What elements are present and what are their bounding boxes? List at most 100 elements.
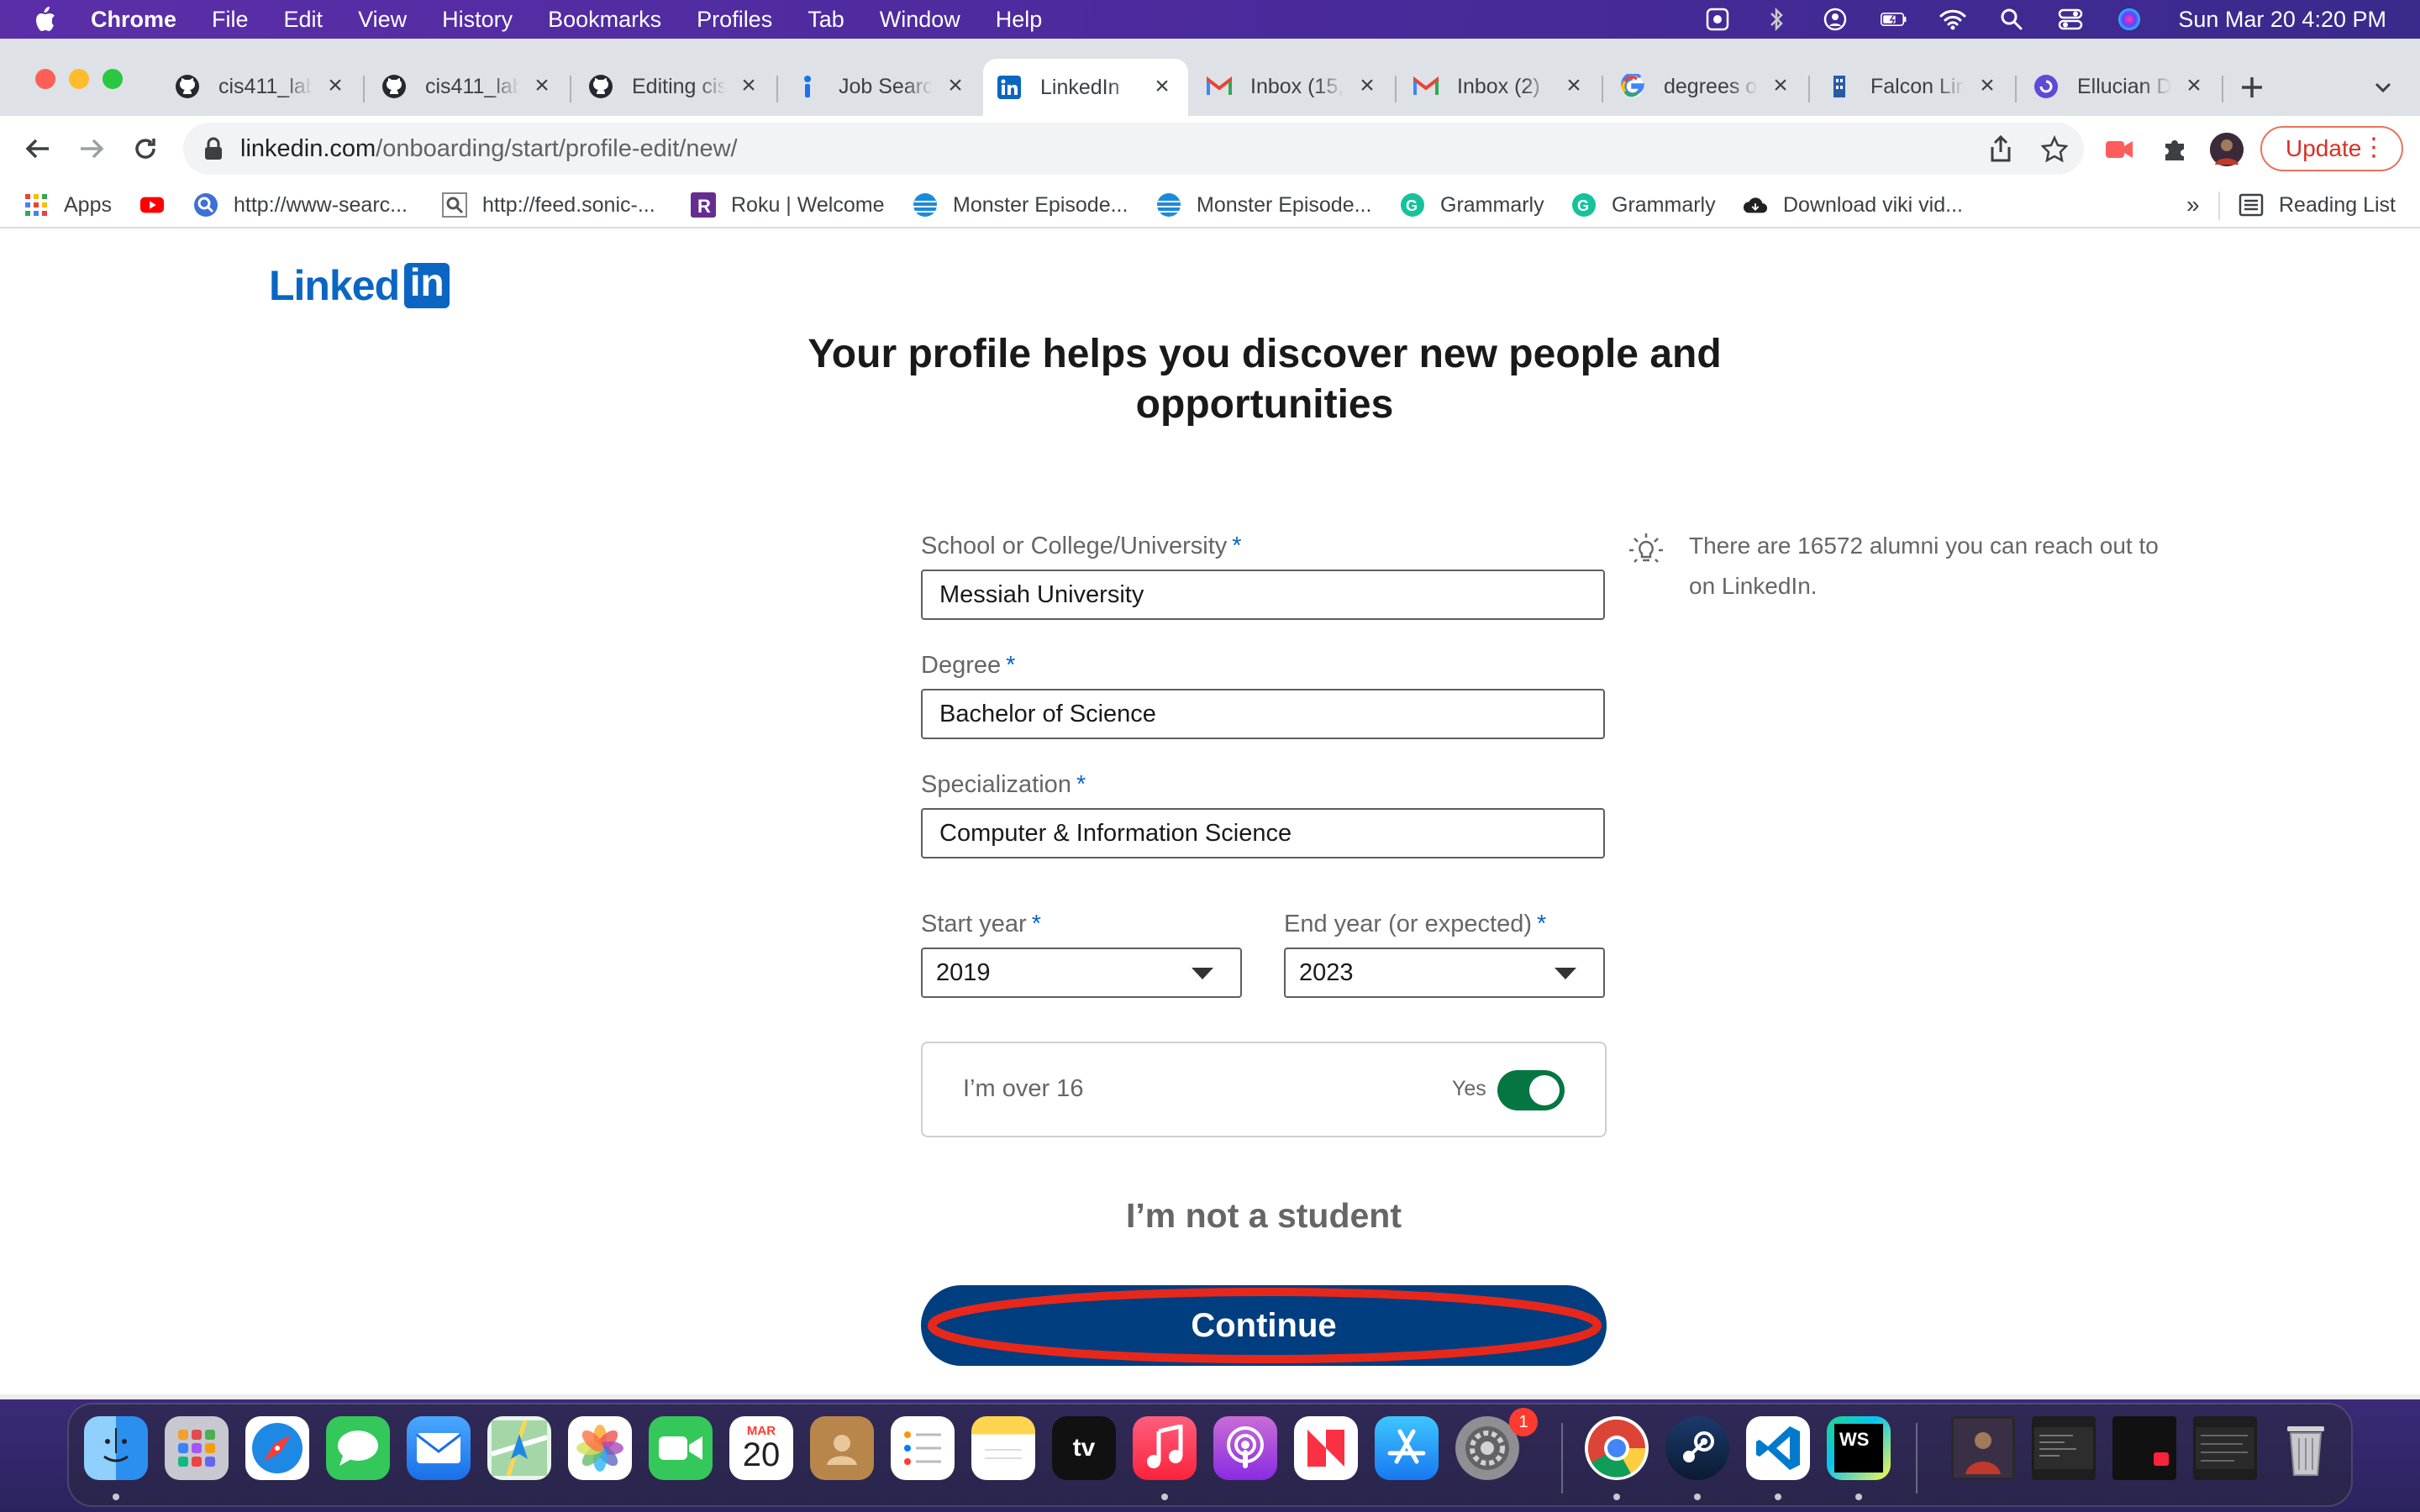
tab-close-icon[interactable]: × bbox=[1355, 73, 1380, 99]
tab-degrees[interactable]: degrees o × bbox=[1607, 64, 1807, 109]
tab-close-icon[interactable]: × bbox=[1975, 73, 2000, 99]
tab-inbox-2[interactable]: Inbox (2) × bbox=[1400, 64, 1600, 109]
calendar-icon[interactable]: MAR 20 bbox=[729, 1416, 793, 1480]
bookmark-feed-sonic[interactable]: http://feed.sonic-... bbox=[442, 190, 655, 220]
finder-icon[interactable] bbox=[84, 1416, 148, 1480]
extensions-puzzle-icon[interactable] bbox=[2158, 133, 2191, 166]
battery-icon[interactable] bbox=[1881, 7, 1907, 32]
specialization-input[interactable]: Computer & Information Science bbox=[921, 808, 1605, 858]
tab-search-chevron-down-icon[interactable] bbox=[2371, 76, 2395, 99]
tab-close-icon[interactable]: × bbox=[1150, 74, 1175, 100]
tab-close-icon[interactable]: × bbox=[943, 73, 968, 99]
control-center-icon[interactable] bbox=[2057, 7, 2084, 32]
window-close-button[interactable] bbox=[35, 69, 55, 89]
news-icon[interactable] bbox=[1294, 1416, 1358, 1480]
degree-input[interactable]: Bachelor of Science bbox=[921, 689, 1605, 739]
chrome-icon[interactable] bbox=[1585, 1416, 1649, 1480]
wifi-icon[interactable] bbox=[1939, 7, 1966, 32]
menu-history[interactable]: History bbox=[442, 7, 513, 33]
menu-file[interactable]: File bbox=[212, 7, 249, 33]
tab-cis411-lab-1[interactable]: cis411_lab × bbox=[161, 64, 361, 109]
bookmark-monster-episode-2[interactable]: Monster Episode... bbox=[1156, 190, 1371, 220]
profile-avatar[interactable] bbox=[2210, 133, 2244, 166]
steam-icon[interactable] bbox=[1665, 1416, 1729, 1480]
tab-job-search[interactable]: Job Search × bbox=[781, 64, 981, 109]
menu-edit[interactable]: Edit bbox=[284, 7, 324, 33]
menu-tab[interactable]: Tab bbox=[808, 7, 844, 33]
new-tab-plus-icon[interactable] bbox=[2237, 72, 2267, 102]
apple-tv-icon[interactable]: tv bbox=[1052, 1416, 1116, 1480]
photos-icon[interactable] bbox=[568, 1416, 632, 1480]
recent-photo-thumbnail[interactable] bbox=[1951, 1416, 2015, 1480]
lock-icon[interactable] bbox=[203, 137, 224, 160]
over16-toggle[interactable] bbox=[1497, 1070, 1565, 1110]
mail-icon[interactable] bbox=[407, 1416, 471, 1480]
continue-button[interactable]: Continue bbox=[921, 1285, 1607, 1366]
facetime-icon[interactable] bbox=[649, 1416, 713, 1480]
tab-inbox-15[interactable]: Inbox (15, × bbox=[1193, 64, 1393, 109]
app-store-icon[interactable] bbox=[1375, 1416, 1439, 1480]
tab-close-icon[interactable]: × bbox=[1768, 73, 1793, 99]
messages-icon[interactable] bbox=[326, 1416, 390, 1480]
bookmark-grammarly-1[interactable]: G Grammarly bbox=[1400, 190, 1544, 220]
tab-close-icon[interactable]: × bbox=[323, 73, 348, 99]
bookmark-star-icon[interactable] bbox=[2040, 134, 2069, 163]
podcasts-icon[interactable] bbox=[1213, 1416, 1277, 1480]
maps-icon[interactable] bbox=[487, 1416, 551, 1480]
bookmark-www-search[interactable]: http://www-searc... bbox=[193, 190, 408, 220]
menu-window[interactable]: Window bbox=[880, 7, 960, 33]
not-a-student-link[interactable]: I’m not a student bbox=[921, 1196, 1607, 1236]
minimized-music-window-thumbnail[interactable] bbox=[2112, 1416, 2176, 1480]
tab-falcon-link[interactable]: Falcon Lin × bbox=[1813, 64, 2013, 109]
launchpad-icon[interactable] bbox=[165, 1416, 229, 1480]
tab-ellucian[interactable]: Ellucian D × bbox=[2020, 64, 2220, 109]
tab-close-icon[interactable]: × bbox=[1561, 73, 1586, 99]
screen-record-icon[interactable] bbox=[1704, 7, 1731, 32]
start-year-select[interactable]: 2019 bbox=[921, 948, 1242, 998]
address-bar[interactable]: linkedin.com/onboarding/start/profile-ed… bbox=[183, 123, 2084, 175]
bookmark-grammarly-2[interactable]: G Grammarly bbox=[1571, 190, 1716, 220]
safari-icon[interactable] bbox=[245, 1416, 309, 1480]
menu-app-name[interactable]: Chrome bbox=[91, 7, 176, 33]
chrome-update-button[interactable]: Update ⋮ bbox=[2260, 126, 2403, 171]
tab-editing-cis[interactable]: Editing cis × bbox=[575, 64, 775, 109]
school-input[interactable]: Messiah University bbox=[921, 570, 1605, 620]
bookmark-youtube[interactable] bbox=[139, 190, 180, 220]
tab-close-icon[interactable]: × bbox=[2181, 73, 2207, 99]
notes-icon[interactable] bbox=[971, 1416, 1035, 1480]
bookmarks-overflow-chevron-icon[interactable]: » bbox=[2186, 192, 2200, 218]
window-minimize-button[interactable] bbox=[69, 69, 89, 89]
minimized-window-thumbnail[interactable] bbox=[2032, 1416, 2096, 1480]
webstorm-icon[interactable]: WS bbox=[1827, 1416, 1891, 1480]
bookmark-roku[interactable]: R Roku | Welcome bbox=[691, 190, 884, 220]
more-menu-icon[interactable]: ⋮ bbox=[2361, 133, 2386, 162]
apple-menu-icon[interactable] bbox=[32, 5, 57, 34]
reading-list-button[interactable]: Reading List bbox=[2238, 190, 2396, 220]
tab-close-icon[interactable]: × bbox=[736, 73, 761, 99]
bluetooth-icon[interactable] bbox=[1763, 7, 1790, 32]
vscode-icon[interactable] bbox=[1746, 1416, 1810, 1480]
reload-icon[interactable] bbox=[126, 129, 165, 168]
share-icon[interactable] bbox=[1986, 134, 2015, 163]
tab-linkedin[interactable]: LinkedIn × bbox=[983, 59, 1188, 116]
minimized-window-thumbnail[interactable] bbox=[2193, 1416, 2257, 1480]
menu-bar-clock[interactable]: Sun Mar 20 4:20 PM bbox=[2178, 7, 2386, 33]
linkedin-logo[interactable]: Linked in bbox=[269, 260, 450, 309]
bookmark-download-viki[interactable]: Download viki vid... bbox=[1743, 190, 1963, 220]
window-zoom-button[interactable] bbox=[103, 69, 123, 89]
screencastify-extension-icon[interactable] bbox=[2102, 133, 2136, 166]
tab-cis411-lab-2[interactable]: cis411_lab × bbox=[368, 64, 568, 109]
back-arrow-icon[interactable] bbox=[18, 129, 57, 168]
end-year-select[interactable]: 2023 bbox=[1284, 948, 1605, 998]
user-account-icon[interactable] bbox=[1822, 7, 1849, 32]
menu-view[interactable]: View bbox=[358, 7, 407, 33]
menu-bookmarks[interactable]: Bookmarks bbox=[548, 7, 661, 33]
spotlight-search-icon[interactable] bbox=[1998, 7, 2025, 32]
menu-profiles[interactable]: Profiles bbox=[697, 7, 772, 33]
forward-arrow-icon[interactable] bbox=[72, 129, 111, 168]
bookmark-apps[interactable]: Apps bbox=[24, 190, 112, 220]
trash-icon[interactable] bbox=[2274, 1416, 2338, 1480]
reminders-icon[interactable] bbox=[891, 1416, 955, 1480]
music-icon[interactable] bbox=[1133, 1416, 1197, 1480]
contacts-icon[interactable] bbox=[810, 1416, 874, 1480]
